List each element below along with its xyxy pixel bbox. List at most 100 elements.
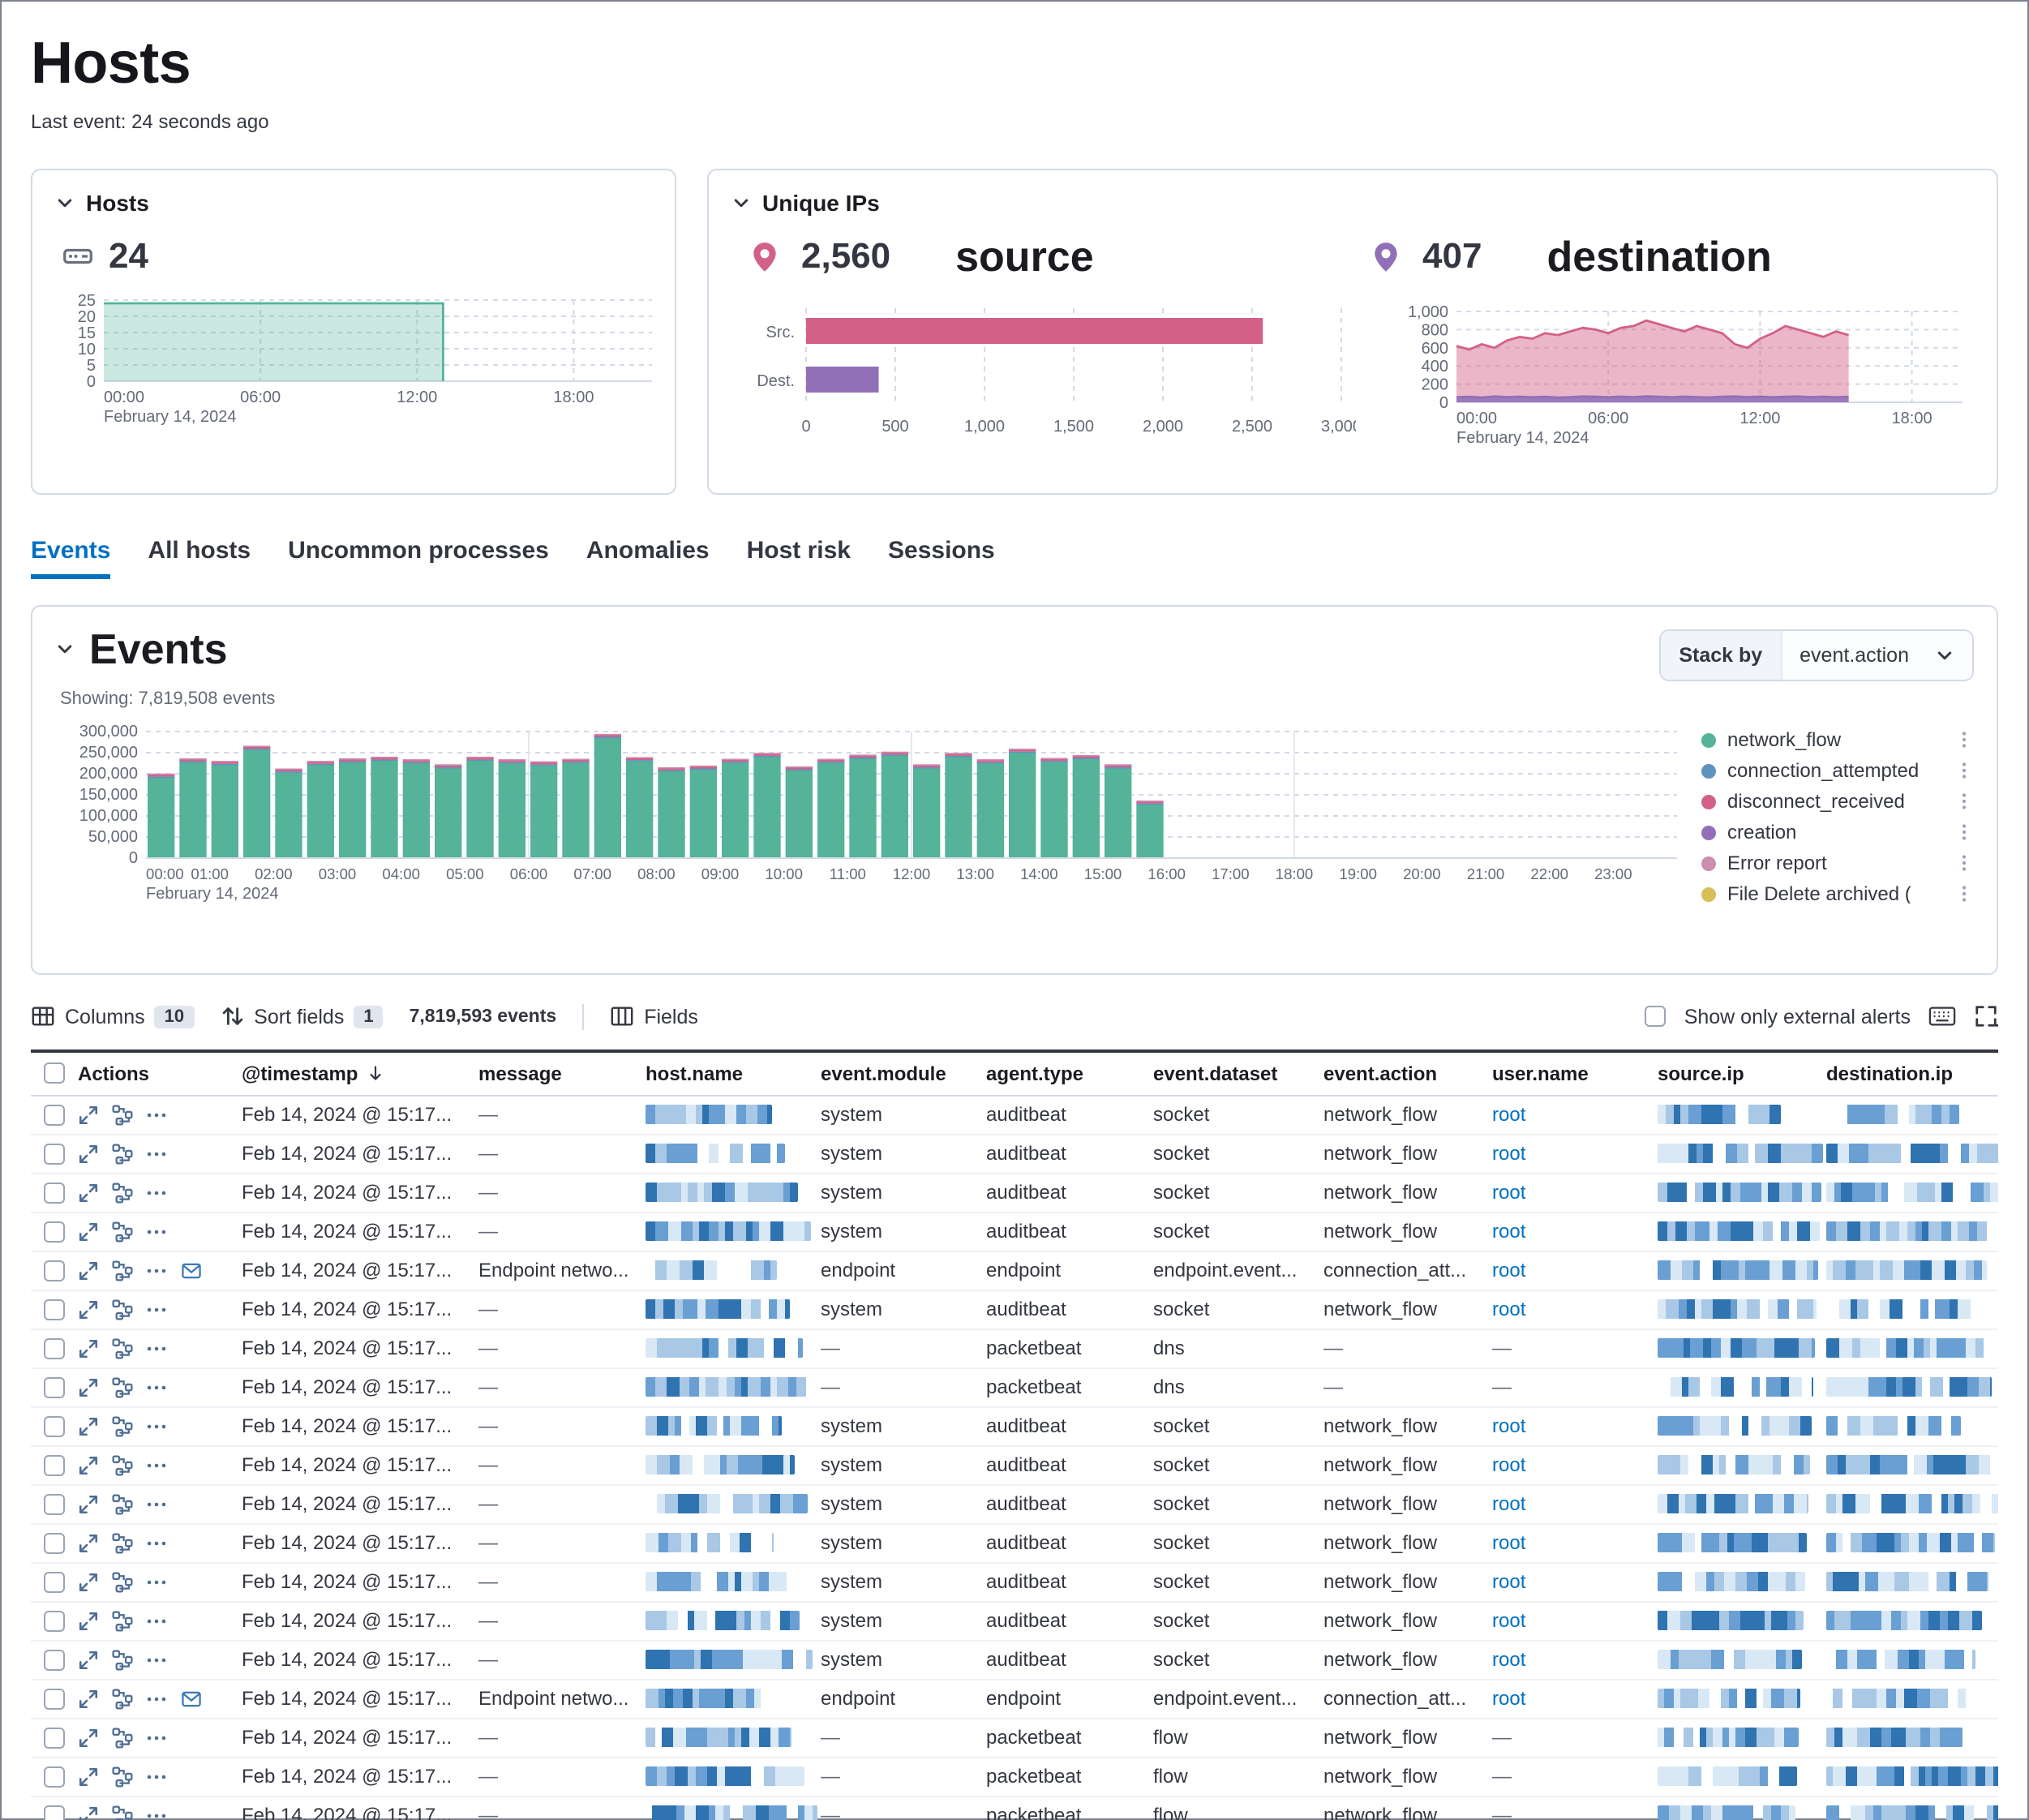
event-action-cell[interactable]: network_flow	[1323, 1415, 1492, 1438]
source-ip-cell[interactable]	[1658, 1222, 1826, 1242]
timestamp-cell[interactable]: Feb 14, 2024 @ 15:17...	[242, 1143, 478, 1165]
event-module-cell[interactable]: —	[821, 1727, 986, 1749]
external-alerts-checkbox[interactable]	[1645, 1007, 1667, 1028]
agent-type-cell[interactable]: auditbeat	[986, 1143, 1153, 1165]
more-actions-icon[interactable]	[146, 1416, 167, 1437]
col-header-user-name[interactable]: user.name	[1492, 1062, 1658, 1085]
analyze-event-icon[interactable]	[112, 1183, 133, 1204]
destination-ip-cell[interactable]	[1826, 1612, 1998, 1631]
row-checkbox[interactable]	[44, 1260, 65, 1281]
event-action-cell[interactable]: network_flow	[1323, 1766, 1492, 1788]
expand-event-icon[interactable]	[78, 1766, 99, 1788]
analyze-event-icon[interactable]	[112, 1533, 133, 1554]
source-ip-cell[interactable]	[1658, 1417, 1826, 1436]
timestamp-cell[interactable]: Feb 14, 2024 @ 15:17...	[242, 1493, 478, 1516]
destination-ip-cell[interactable]	[1826, 1339, 1998, 1359]
tab-events[interactable]: Events	[31, 537, 110, 579]
more-actions-icon[interactable]	[146, 1689, 167, 1710]
more-actions-icon[interactable]	[146, 1299, 167, 1320]
expand-event-icon[interactable]	[78, 1416, 99, 1437]
col-header-host-name[interactable]: host.name	[646, 1062, 821, 1085]
expand-event-icon[interactable]	[78, 1728, 99, 1749]
destination-ip-cell[interactable]	[1826, 1456, 1998, 1475]
more-actions-icon[interactable]	[146, 1805, 167, 1820]
analyze-event-icon[interactable]	[112, 1260, 133, 1281]
agent-type-cell[interactable]: auditbeat	[986, 1649, 1153, 1672]
user-name-link[interactable]: root	[1492, 1493, 1525, 1516]
event-action-cell[interactable]: network_flow	[1323, 1805, 1492, 1820]
select-all-checkbox[interactable]	[44, 1063, 65, 1084]
message-cell[interactable]: —	[478, 1493, 646, 1516]
message-cell[interactable]: —	[478, 1532, 646, 1555]
event-action-cell[interactable]: network_flow	[1323, 1532, 1492, 1555]
tab-uncommon-processes[interactable]: Uncommon processes	[288, 537, 549, 579]
col-header-timestamp[interactable]: @timestamp	[242, 1062, 478, 1085]
event-dataset-cell[interactable]: flow	[1153, 1766, 1323, 1788]
more-actions-icon[interactable]	[146, 1455, 167, 1476]
event-module-cell[interactable]: system	[821, 1143, 986, 1165]
source-ip-cell[interactable]	[1658, 1767, 1826, 1787]
sort-fields-button[interactable]: Sort fields 1	[220, 1005, 383, 1029]
tab-anomalies[interactable]: Anomalies	[586, 537, 710, 579]
expand-event-icon[interactable]	[78, 1572, 99, 1593]
source-ip-cell[interactable]	[1658, 1183, 1826, 1203]
event-action-cell[interactable]: network_flow	[1323, 1610, 1492, 1633]
host-name-cell[interactable]	[646, 1456, 821, 1475]
event-module-cell[interactable]: system	[821, 1493, 986, 1516]
user-name-link[interactable]: root	[1492, 1532, 1525, 1555]
legend-item-menu-icon[interactable]	[1954, 854, 1974, 874]
source-ip-cell[interactable]	[1658, 1689, 1826, 1709]
event-action-cell[interactable]: connection_att...	[1323, 1688, 1492, 1711]
legend-item-menu-icon[interactable]	[1954, 885, 1974, 904]
event-dataset-cell[interactable]: dns	[1153, 1337, 1323, 1360]
expand-event-icon[interactable]	[78, 1455, 99, 1476]
destination-ip-cell[interactable]	[1826, 1300, 1998, 1320]
message-cell[interactable]: —	[478, 1649, 646, 1672]
destination-ip-cell[interactable]	[1826, 1573, 1998, 1592]
user-name-link[interactable]: root	[1492, 1688, 1525, 1711]
col-header-event-dataset[interactable]: event.dataset	[1153, 1062, 1323, 1085]
destination-ip-cell[interactable]	[1826, 1534, 1998, 1553]
message-cell[interactable]: —	[478, 1805, 646, 1820]
user-name-link[interactable]: root	[1492, 1454, 1525, 1477]
timestamp-cell[interactable]: Feb 14, 2024 @ 15:17...	[242, 1766, 478, 1788]
event-module-cell[interactable]: system	[821, 1298, 986, 1321]
source-ip-cell[interactable]	[1658, 1261, 1826, 1281]
event-dataset-cell[interactable]: socket	[1153, 1221, 1323, 1243]
timestamp-cell[interactable]: Feb 14, 2024 @ 15:17...	[242, 1454, 478, 1477]
tab-host-risk[interactable]: Host risk	[747, 537, 851, 579]
legend-item-creation[interactable]: creation	[1701, 818, 1974, 848]
row-checkbox[interactable]	[44, 1689, 65, 1710]
message-cell[interactable]: —	[478, 1610, 646, 1633]
event-dataset-cell[interactable]: socket	[1153, 1493, 1323, 1516]
agent-type-cell[interactable]: auditbeat	[986, 1182, 1153, 1204]
expand-event-icon[interactable]	[78, 1533, 99, 1554]
user-name-link[interactable]: root	[1492, 1221, 1525, 1243]
fields-button[interactable]: Fields	[610, 1005, 698, 1029]
timestamp-cell[interactable]: Feb 14, 2024 @ 15:17...	[242, 1571, 478, 1594]
user-name-link[interactable]: root	[1492, 1610, 1525, 1633]
event-action-cell[interactable]: network_flow	[1323, 1298, 1492, 1321]
event-module-cell[interactable]: system	[821, 1532, 986, 1555]
row-checkbox[interactable]	[44, 1494, 65, 1515]
source-ip-cell[interactable]	[1658, 1534, 1826, 1553]
legend-item-disconnect-received[interactable]: disconnect_received	[1701, 787, 1974, 818]
message-cell[interactable]: —	[478, 1454, 646, 1477]
message-cell[interactable]: —	[478, 1415, 646, 1438]
analyze-event-icon[interactable]	[112, 1494, 133, 1515]
event-dataset-cell[interactable]: socket	[1153, 1415, 1323, 1438]
source-ip-cell[interactable]	[1658, 1105, 1826, 1125]
event-dataset-cell[interactable]: socket	[1153, 1143, 1323, 1165]
more-actions-icon[interactable]	[146, 1572, 167, 1593]
user-name-link[interactable]: root	[1492, 1415, 1525, 1438]
event-action-cell[interactable]: —	[1323, 1376, 1492, 1399]
event-module-cell[interactable]: endpoint	[821, 1688, 986, 1711]
source-ip-cell[interactable]	[1658, 1456, 1826, 1475]
event-action-cell[interactable]: connection_att...	[1323, 1260, 1492, 1282]
expand-event-icon[interactable]	[78, 1105, 99, 1126]
analyze-event-icon[interactable]	[112, 1221, 133, 1243]
expand-event-icon[interactable]	[78, 1183, 99, 1204]
legend-item-file-delete-archived[interactable]: File Delete archived (	[1701, 879, 1974, 904]
analyze-event-icon[interactable]	[112, 1338, 133, 1359]
analyze-event-icon[interactable]	[112, 1805, 133, 1820]
